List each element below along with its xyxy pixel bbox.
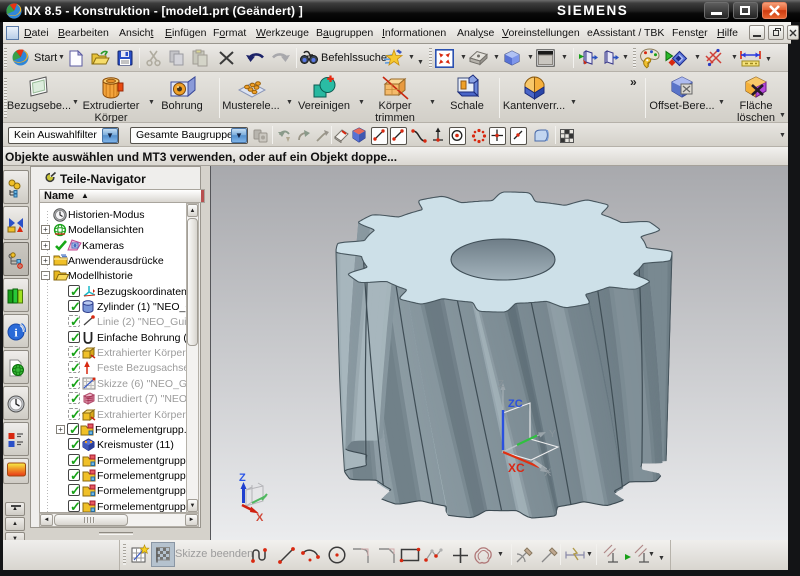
svg-text:X: X (256, 512, 264, 524)
svg-text:Z: Z (498, 379, 504, 390)
svg-text:Z: Z (239, 472, 246, 484)
svg-text:XC: XC (508, 461, 525, 475)
svg-text:Y: Y (549, 429, 556, 440)
svg-text:X: X (544, 467, 552, 479)
svg-text:ZC: ZC (508, 398, 523, 410)
